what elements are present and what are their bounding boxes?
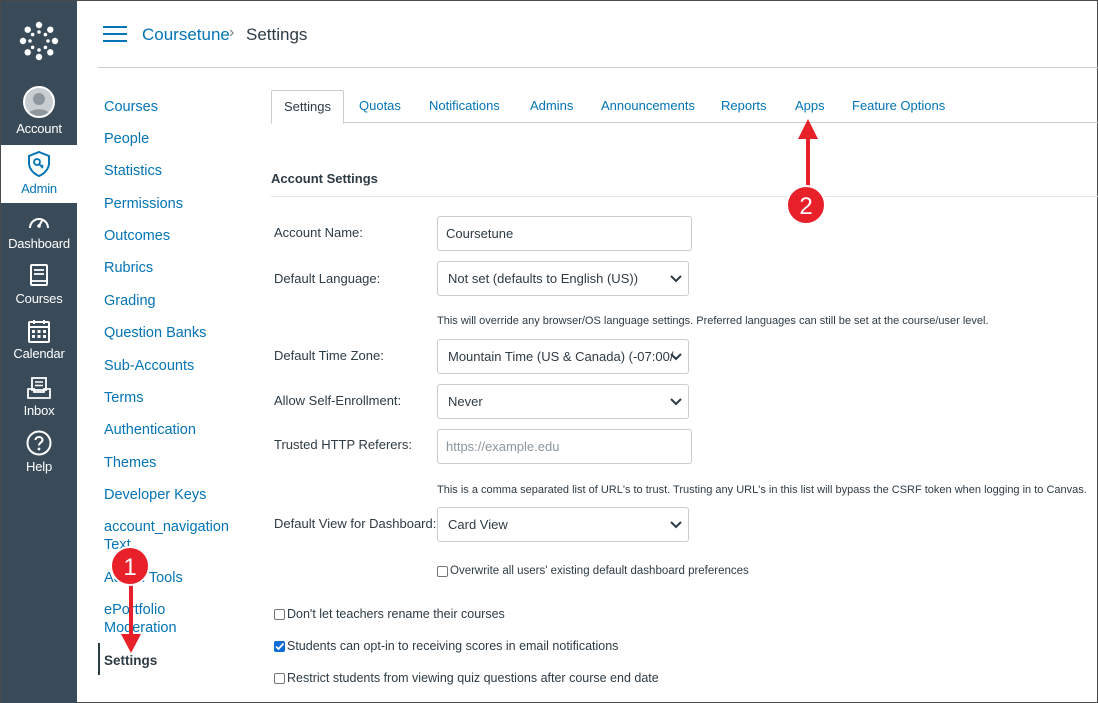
nav-admin[interactable]: Admin — [1, 145, 77, 203]
left-menu-courses[interactable]: Courses — [104, 98, 234, 116]
left-menu-authentication[interactable]: Authentication — [104, 421, 234, 439]
chevron-down-icon — [670, 398, 682, 406]
http-referers-input[interactable]: https://example.edu — [437, 429, 692, 464]
calendar-icon — [24, 318, 54, 344]
hamburger-menu-icon[interactable] — [103, 26, 127, 44]
email-scores-label: Students can opt-in to receiving scores … — [287, 639, 619, 653]
self-enrollment-label: Allow Self-Enrollment: — [274, 393, 402, 408]
chevron-down-icon — [670, 353, 682, 361]
account-name-input[interactable]: Coursetune — [437, 216, 692, 251]
account-name-label: Account Name: — [274, 225, 363, 240]
left-menu-grading[interactable]: Grading — [104, 292, 234, 310]
email-scores-checkbox[interactable]: Students can opt-in to receiving scores … — [274, 639, 618, 653]
canvas-logo-icon[interactable] — [1, 1, 77, 81]
overwrite-dashboard-checkbox[interactable]: Overwrite all users' existing default da… — [437, 565, 749, 577]
dashboard-view-select[interactable]: Card View — [437, 507, 689, 542]
tab-quotas[interactable]: Quotas — [359, 90, 401, 123]
section-divider — [271, 196, 1098, 197]
nav-dashboard-label: Dashboard — [8, 236, 70, 251]
nav-courses[interactable]: Courses — [1, 263, 77, 313]
default-language-hint: This will override any browser/OS langua… — [437, 315, 989, 327]
nav-help[interactable]: Help — [1, 429, 77, 479]
no-rename-courses-checkbox[interactable]: Don't let teachers rename their courses — [274, 607, 505, 621]
avatar — [23, 86, 55, 118]
breadcrumb-separator: › — [229, 24, 235, 41]
left-menu-statistics[interactable]: Statistics — [104, 162, 234, 180]
http-referers-label: Trusted HTTP Referers: — [274, 437, 412, 452]
default-language-value: Not set (defaults to English (US)) — [448, 271, 639, 286]
help-icon — [24, 429, 54, 457]
left-menu-permissions[interactable]: Permissions — [104, 195, 234, 213]
dashboard-icon — [24, 210, 54, 234]
left-menu-rubrics[interactable]: Rubrics — [104, 259, 234, 277]
checkbox-box[interactable] — [274, 672, 285, 684]
time-zone-label: Default Time Zone: — [274, 348, 384, 363]
inbox-icon — [24, 375, 54, 401]
settings-tabs: Settings Quotas Notifications Admins Ann… — [271, 90, 1098, 124]
breadcrumb-current: Settings — [246, 25, 308, 44]
nav-help-label: Help — [26, 459, 52, 474]
nav-inbox[interactable]: Inbox — [1, 375, 77, 425]
courses-book-icon — [24, 263, 54, 289]
section-title: Account Settings — [271, 171, 378, 186]
chevron-down-icon — [670, 275, 682, 283]
left-menu-people[interactable]: People — [104, 130, 234, 148]
checkmark-icon — [275, 642, 285, 650]
tab-notifications[interactable]: Notifications — [429, 90, 500, 123]
restrict-quiz-label: Restrict students from viewing quiz ques… — [287, 671, 659, 685]
breadcrumb-root[interactable]: Coursetune — [142, 25, 230, 45]
tab-admins[interactable]: Admins — [530, 90, 573, 123]
nav-inbox-label: Inbox — [23, 403, 55, 418]
nav-account[interactable]: Account — [1, 85, 77, 143]
nav-admin-label: Admin — [21, 181, 57, 196]
tab-reports[interactable]: Reports — [721, 90, 767, 123]
self-enrollment-value: Never — [448, 394, 483, 409]
self-enrollment-select[interactable]: Never — [437, 384, 689, 419]
left-menu-sub-accounts[interactable]: Sub-Accounts — [104, 357, 234, 375]
nav-account-label: Account — [16, 121, 62, 136]
left-menu-terms[interactable]: Terms — [104, 389, 234, 407]
annotation-marker-1: 1 — [110, 546, 150, 586]
left-menu-developer-keys[interactable]: Developer Keys — [104, 486, 234, 504]
checkbox-box-checked[interactable] — [274, 640, 285, 652]
no-rename-courses-label: Don't let teachers rename their courses — [287, 607, 505, 621]
left-menu-question-banks[interactable]: Question Banks — [104, 324, 234, 342]
global-navigation: Account Admin Dashboard Courses Calendar… — [1, 1, 77, 703]
default-language-label: Default Language: — [274, 271, 381, 286]
checkbox-box[interactable] — [437, 565, 448, 577]
left-menu-eportfolio-moderation[interactable]: ePortfolio Moderation — [104, 601, 234, 637]
left-menu-outcomes[interactable]: Outcomes — [104, 227, 234, 245]
shield-key-icon — [24, 149, 54, 179]
nav-dashboard[interactable]: Dashboard — [1, 210, 77, 260]
left-menu-settings[interactable]: Settings — [104, 652, 234, 670]
checkbox-box[interactable] — [274, 608, 285, 620]
time-zone-select[interactable]: Mountain Time (US & Canada) (-07:00/- — [437, 339, 689, 374]
overwrite-dashboard-label: Overwrite all users' existing default da… — [450, 565, 749, 577]
chevron-down-icon — [670, 521, 682, 529]
dashboard-view-label: Default View for Dashboard: — [274, 516, 437, 531]
tab-announcements[interactable]: Announcements — [601, 90, 695, 123]
dashboard-view-value: Card View — [448, 517, 508, 532]
page-header: Coursetune › Settings — [98, 1, 1098, 68]
default-language-select[interactable]: Not set (defaults to English (US)) — [437, 261, 689, 296]
http-referers-hint: This is a comma separated list of URL's … — [437, 484, 1087, 496]
restrict-quiz-checkbox[interactable]: Restrict students from viewing quiz ques… — [274, 671, 659, 685]
time-zone-value: Mountain Time (US & Canada) (-07:00/- — [448, 349, 678, 364]
nav-courses-label: Courses — [15, 291, 63, 306]
tab-feature-options[interactable]: Feature Options — [852, 90, 945, 123]
active-indicator — [98, 643, 100, 675]
left-menu-themes[interactable]: Themes — [104, 454, 234, 472]
annotation-marker-2: 2 — [786, 185, 826, 225]
tab-apps[interactable]: Apps — [795, 90, 825, 123]
tab-settings[interactable]: Settings — [271, 90, 344, 124]
nav-calendar-label: Calendar — [13, 346, 65, 361]
nav-calendar[interactable]: Calendar — [1, 318, 77, 368]
